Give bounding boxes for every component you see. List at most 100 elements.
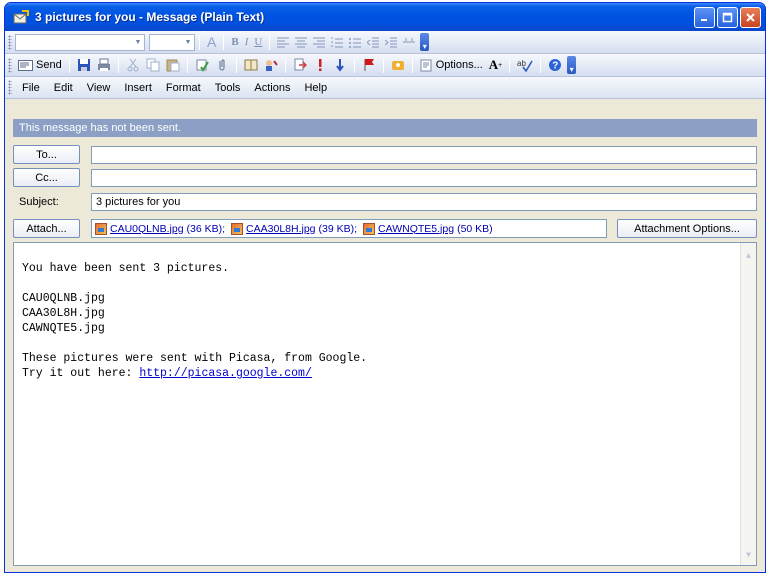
attachment-options-button[interactable]: Attachment Options... — [617, 219, 757, 238]
subject-row: Subject: 3 pictures for you — [13, 192, 757, 211]
send-label: Send — [36, 59, 62, 71]
spelling-icon[interactable]: ab — [514, 56, 536, 74]
image-file-icon — [363, 222, 376, 235]
options-label: Options... — [435, 59, 483, 71]
menu-item-insert[interactable]: Insert — [117, 82, 159, 94]
toolbar-options-chevron[interactable]: ▾ — [567, 56, 577, 74]
menu-item-tools[interactable]: Tools — [208, 82, 248, 94]
menu-item-file[interactable]: File — [15, 82, 47, 94]
italic-button[interactable]: I — [242, 33, 252, 51]
scroll-up-icon[interactable]: ▲ — [743, 249, 754, 261]
attach-button[interactable]: Attach... — [13, 219, 80, 238]
font-size-button[interactable]: A + — [486, 56, 505, 74]
attachment-size: (50 KB) — [457, 222, 493, 235]
menu-item-edit[interactable]: Edit — [47, 82, 80, 94]
body-line: These pictures were sent with Picasa, fr… — [22, 352, 368, 365]
permission-icon[interactable] — [388, 56, 408, 74]
attachment-size: (39 KB); — [318, 222, 358, 235]
body-line: Try it out here: http://picasa.google.co… — [22, 366, 756, 381]
options-icon — [420, 59, 432, 71]
attachment-item[interactable]: CAA30L8H.jpg (39 KB); — [231, 222, 358, 235]
underline-button[interactable]: U — [251, 33, 265, 51]
high-importance-icon[interactable] — [310, 56, 330, 74]
body-file-line: CAA30L8H.jpg — [22, 307, 105, 320]
menu-item-view[interactable]: View — [80, 82, 118, 94]
vertical-scrollbar[interactable]: ▲ ▼ — [740, 243, 756, 565]
cc-field[interactable] — [91, 168, 757, 187]
message-icon — [13, 10, 29, 24]
menu-item-format[interactable]: Format — [159, 82, 208, 94]
send-icon — [18, 59, 33, 71]
to-field[interactable] — [91, 145, 757, 164]
standard-toolbar: Send Options... A + ab ? ▾ — [5, 54, 765, 77]
attach-file-icon[interactable] — [212, 56, 232, 74]
attachment-item[interactable]: CAWNQTE5.jpg (50 KB) — [363, 222, 493, 235]
info-bar: This message has not been sent. — [13, 119, 757, 137]
subject-label: Subject: — [19, 195, 59, 208]
font-name-combo[interactable]: ▼ — [149, 33, 195, 51]
minimize-button[interactable] — [694, 6, 715, 28]
maximize-button[interactable] — [717, 6, 738, 28]
menu-item-help[interactable]: Help — [297, 82, 334, 94]
address-book-icon[interactable] — [241, 56, 261, 74]
toolbar-grip[interactable] — [8, 34, 12, 50]
body-link-prefix: Try it out here: — [22, 367, 140, 380]
maximize-icon — [722, 12, 733, 22]
attachments-field: CAU0QLNB.jpg (36 KB); CAA30L8H.jpg (39 K… — [91, 219, 607, 238]
attachment-size: (36 KB); — [186, 222, 226, 235]
align-left-icon[interactable] — [274, 33, 292, 51]
window-title: 3 pictures for you - Message (Plain Text… — [35, 10, 265, 24]
align-right-icon[interactable] — [310, 33, 328, 51]
message-body[interactable]: You have been sent 3 pictures. CAU0QLNB.… — [13, 242, 757, 566]
send-button[interactable]: Send — [15, 56, 65, 74]
help-icon[interactable]: ? — [545, 56, 565, 74]
follow-up-flag-icon[interactable] — [359, 56, 379, 74]
cc-button[interactable]: Cc... — [13, 168, 80, 187]
minimize-icon — [701, 18, 707, 21]
align-center-icon[interactable] — [292, 33, 310, 51]
picasa-link[interactable]: http://picasa.google.com/ — [139, 367, 312, 380]
copy-icon[interactable] — [143, 56, 163, 74]
bullet-list-icon[interactable] — [346, 33, 364, 51]
options-button[interactable]: Options... — [417, 56, 486, 74]
chevron-down-icon: ▼ — [184, 38, 192, 46]
attachment-name: CAA30L8H.jpg — [246, 222, 316, 235]
paste-icon[interactable] — [163, 56, 183, 74]
formatting-toolbar: ▼ ▼ A B I U ▾ — [5, 31, 765, 54]
cut-icon[interactable] — [123, 56, 143, 74]
signature-icon[interactable] — [290, 56, 310, 74]
body-line: You have been sent 3 pictures. — [22, 262, 230, 275]
horizontal-line-icon[interactable] — [400, 33, 418, 51]
font-color-button[interactable]: A — [204, 33, 219, 51]
title-bar[interactable]: 3 pictures for you - Message (Plain Text… — [5, 3, 765, 31]
bold-button[interactable]: B — [228, 33, 241, 51]
numbered-list-icon[interactable] — [328, 33, 346, 51]
image-file-icon — [95, 222, 107, 235]
save-icon[interactable] — [74, 56, 94, 74]
to-button[interactable]: To... — [13, 145, 80, 164]
message-window: 3 pictures for you - Message (Plain Text… — [4, 2, 766, 573]
attachment-item[interactable]: CAU0QLNB.jpg (36 KB); — [95, 222, 226, 235]
scroll-down-icon[interactable]: ▼ — [743, 548, 754, 560]
print-icon[interactable] — [94, 56, 114, 74]
cc-row: Cc... — [13, 168, 757, 187]
contact-icon[interactable] — [261, 56, 281, 74]
toolbar-grip[interactable] — [8, 57, 12, 73]
font-style-combo[interactable]: ▼ — [15, 33, 145, 51]
body-file-line: CAU0QLNB.jpg — [22, 292, 105, 305]
body-file-line: CAWNQTE5.jpg — [22, 322, 105, 335]
compose-area: This message has not been sent. To... Cc… — [13, 119, 757, 566]
attachment-name: CAWNQTE5.jpg — [378, 222, 455, 235]
menu-grip[interactable] — [8, 80, 12, 95]
increase-indent-icon[interactable] — [382, 33, 400, 51]
decrease-indent-icon[interactable] — [364, 33, 382, 51]
toolbar-options-chevron[interactable]: ▾ — [420, 33, 430, 51]
subject-field[interactable]: 3 pictures for you — [91, 192, 757, 211]
close-icon — [746, 12, 755, 22]
low-importance-icon[interactable] — [330, 56, 350, 74]
check-names-icon[interactable] — [192, 56, 212, 74]
menu-item-actions[interactable]: Actions — [247, 82, 297, 94]
svg-text:?: ? — [552, 61, 558, 72]
close-button[interactable] — [740, 6, 761, 28]
svg-text:ab: ab — [517, 59, 526, 68]
